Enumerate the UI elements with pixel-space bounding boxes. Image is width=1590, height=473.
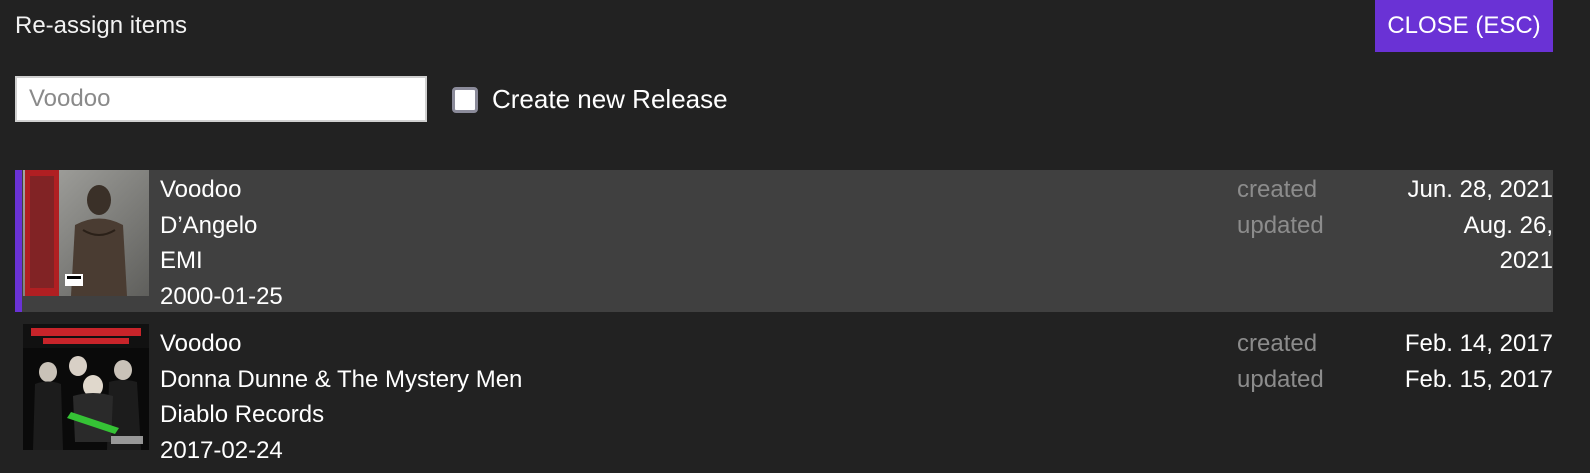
album-cover-image [23, 170, 149, 296]
selected-indicator [15, 170, 22, 312]
release-info: Voodoo Donna Dunne & The Mystery Men Dia… [160, 326, 522, 468]
updated-date-year: 2021 [1499, 247, 1553, 274]
close-button[interactable]: CLOSE (ESC) [1375, 0, 1553, 52]
created-label: created [1237, 330, 1318, 357]
search-input[interactable] [15, 76, 427, 122]
release-artist: D’Angelo [160, 211, 258, 239]
meta-labels: created updated [1237, 326, 1324, 397]
album-cover-dangelo-icon [23, 170, 149, 296]
release-row[interactable]: Voodoo Donna Dunne & The Mystery Men Dia… [15, 324, 1553, 466]
meta-values: Jun. 28, 2021 Aug. 26, 2021 [1383, 172, 1553, 279]
release-date: 2017-02-24 [160, 436, 283, 464]
meta-labels: created updated [1237, 172, 1324, 243]
release-label: Diablo Records [160, 401, 325, 428]
release-info: Voodoo D’Angelo EMI 2000-01-25 [160, 172, 283, 314]
album-cover-image [23, 324, 149, 450]
meta-values: Feb. 14, 2017 Feb. 15, 2017 [1383, 326, 1553, 397]
release-label: EMI [160, 247, 203, 274]
create-new-release-label: Create new Release [492, 84, 728, 114]
album-cover-donna-dunne-icon [23, 324, 149, 450]
created-date: Jun. 28, 2021 [1407, 176, 1553, 203]
created-date: Feb. 14, 2017 [1404, 330, 1553, 357]
release-date: 2000-01-25 [160, 282, 283, 310]
create-new-release-checkbox[interactable] [452, 86, 478, 113]
updated-date: Feb. 15, 2017 [1404, 365, 1553, 393]
updated-label: updated [1237, 365, 1324, 393]
release-title: Voodoo [160, 330, 242, 357]
release-title: Voodoo [160, 176, 242, 203]
release-row[interactable]: Voodoo D’Angelo EMI 2000-01-25 created u… [15, 170, 1553, 312]
updated-label: updated [1237, 211, 1324, 239]
release-artist: Donna Dunne & The Mystery Men [160, 365, 523, 393]
modal-title: Re-assign items [15, 12, 188, 39]
created-label: created [1237, 176, 1318, 203]
create-new-release-toggle[interactable]: Create new Release [452, 84, 728, 115]
updated-date: Aug. 26, [1463, 211, 1553, 239]
